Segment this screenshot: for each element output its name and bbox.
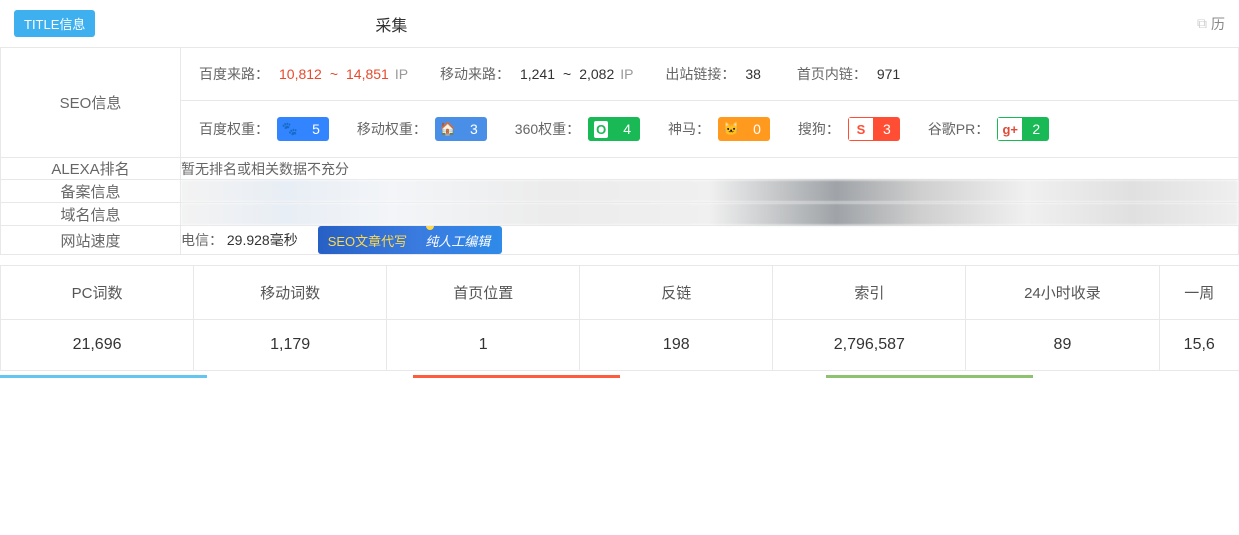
promo-badge[interactable]: SEO文章代写 纯人工编辑 (318, 226, 502, 254)
outlinks-metric: 出站链接： 38 (665, 64, 765, 84)
baidu-weight: 百度权重： 🐾 5 (199, 117, 329, 141)
alexa-content: 暂无排名或相关数据不充分 (181, 158, 1239, 180)
stat-header[interactable]: 反链 (580, 266, 773, 320)
stat-value[interactable]: 198 (580, 320, 773, 371)
history-link[interactable]: 历 (1211, 14, 1225, 34)
homelinks-value: 971 (877, 66, 900, 82)
alexa-label-cell: ALEXA排名 (1, 158, 181, 180)
baidu-traffic-max: 14,851 (346, 66, 389, 82)
shenma-weight: 神马： 🐱 0 (668, 117, 770, 141)
stat-value[interactable]: 1,179 (194, 320, 387, 371)
title-badge: TITLE信息 (14, 10, 95, 37)
ip-suffix-2: IP (620, 66, 633, 82)
stat-header[interactable]: PC词数 (1, 266, 194, 320)
ip-suffix: IP (395, 66, 408, 82)
domain-redacted-content (181, 203, 1238, 225)
baidu-traffic-metric: 百度来路： 10,812 ~ 14,851 IP (199, 64, 408, 84)
seo-label: SEO信息 (60, 95, 122, 112)
google-plus-icon: g+ (997, 117, 1023, 141)
seo-weights-row: 百度权重： 🐾 5 移动权重： 🏠 3 360权重： (181, 101, 1238, 157)
speed-carrier: 电信： 29.928毫秒 (181, 230, 298, 250)
stats-header-row: PC词数 移动词数 首页位置 反链 索引 24小时收录 一周 (1, 266, 1239, 320)
sogou-weight-value: 3 (874, 117, 900, 141)
stat-header[interactable]: 一周 (1159, 266, 1239, 320)
homelinks-metric: 首页内链： 971 (797, 64, 904, 84)
stats-value-row: 21,696 1,179 1 198 2,796,587 89 15,6 (1, 320, 1239, 371)
mobile-traffic-sep: ~ (563, 66, 571, 82)
google-weight-value: 2 (1023, 117, 1049, 141)
beian-label-cell: 备案信息 (1, 180, 181, 203)
google-weight-badge[interactable]: g+ 2 (997, 117, 1049, 141)
google-weight-label: 谷歌PR： (928, 119, 989, 139)
mobile-weight-label: 移动权重： (357, 119, 427, 139)
speed-carrier-label: 电信： (181, 232, 223, 248)
360-weight-badge[interactable]: O 4 (588, 117, 640, 141)
outlinks-value: 38 (745, 66, 761, 82)
domain-content (181, 203, 1239, 226)
shenma-weight-value: 0 (744, 117, 770, 141)
seo-content-cell: 百度来路： 10,812 ~ 14,851 IP 移动来路： 1,241 ~ 2… (181, 48, 1239, 158)
beian-content (181, 180, 1239, 203)
baidu-icon: 🐾 (277, 117, 303, 141)
mobile-traffic-label: 移动来路： (440, 64, 510, 84)
outlinks-label: 出站链接： (665, 64, 735, 84)
seo-label-cell: SEO信息 (1, 48, 181, 158)
mobile-traffic-min: 1,241 (520, 66, 555, 82)
stats-table: PC词数 移动词数 首页位置 反链 索引 24小时收录 一周 21,696 1,… (0, 265, 1239, 371)
stat-value[interactable]: 89 (966, 320, 1159, 371)
stat-value[interactable]: 1 (387, 320, 580, 371)
layers-icon[interactable]: ⧉ (1197, 15, 1207, 32)
beian-redacted-content (181, 180, 1238, 202)
stat-header[interactable]: 首页位置 (387, 266, 580, 320)
seo-traffic-row: 百度来路： 10,812 ~ 14,851 IP 移动来路： 1,241 ~ 2… (181, 48, 1238, 101)
sogou-weight-label: 搜狗： (798, 119, 840, 139)
stat-value[interactable]: 21,696 (1, 320, 194, 371)
stat-header[interactable]: 索引 (773, 266, 966, 320)
stat-value[interactable]: 2,796,587 (773, 320, 966, 371)
speed-label-cell: 网站速度 (1, 226, 181, 255)
domain-label-cell: 域名信息 (1, 203, 181, 226)
360-weight-label: 360权重： (515, 119, 580, 139)
shenma-weight-badge[interactable]: 🐱 0 (718, 117, 770, 141)
seo-info-table: SEO信息 百度来路： 10,812 ~ 14,851 IP 移动来路： 1,2… (0, 47, 1239, 255)
homelinks-label: 首页内链： (797, 64, 867, 84)
title-right-actions: ⧉ 历 (1197, 14, 1225, 34)
title-row: TITLE信息 采集 ⧉ 历 (0, 0, 1239, 47)
stat-value[interactable]: 15,6 (1159, 320, 1239, 371)
baidu-weight-label: 百度权重： (199, 119, 269, 139)
stat-header[interactable]: 24小时收录 (966, 266, 1159, 320)
mobile-icon: 🏠 (435, 117, 461, 141)
sogou-weight: 搜狗： S 3 (798, 117, 900, 141)
360-icon: O (588, 117, 614, 141)
mobile-weight-value: 3 (461, 117, 487, 141)
promo-left-text: SEO文章代写 (318, 226, 417, 254)
360-weight: 360权重： O 4 (515, 117, 640, 141)
shenma-weight-label: 神马： (668, 119, 710, 139)
stat-header[interactable]: 移动词数 (194, 266, 387, 320)
baidu-weight-value: 5 (303, 117, 329, 141)
sogou-icon: S (848, 117, 874, 141)
mobile-weight: 移动权重： 🏠 3 (357, 117, 487, 141)
page-title-suffix: 采集 (375, 12, 407, 36)
bottom-accent-lines (0, 375, 1239, 378)
baidu-traffic-label: 百度来路： (199, 64, 269, 84)
baidu-traffic-min: 10,812 (279, 66, 322, 82)
promo-right-text: 纯人工编辑 (417, 226, 502, 254)
mobile-traffic-metric: 移动来路： 1,241 ~ 2,082 IP (440, 64, 634, 84)
baidu-traffic-sep: ~ (330, 66, 338, 82)
speed-content: 电信： 29.928毫秒 SEO文章代写 纯人工编辑 (181, 226, 1239, 255)
shenma-icon: 🐱 (718, 117, 744, 141)
360-weight-value: 4 (614, 117, 640, 141)
sogou-weight-badge[interactable]: S 3 (848, 117, 900, 141)
mobile-weight-badge[interactable]: 🏠 3 (435, 117, 487, 141)
speed-value: 29.928毫秒 (227, 232, 298, 248)
google-weight: 谷歌PR： g+ 2 (928, 117, 1049, 141)
mobile-traffic-max: 2,082 (579, 66, 614, 82)
baidu-weight-badge[interactable]: 🐾 5 (277, 117, 329, 141)
